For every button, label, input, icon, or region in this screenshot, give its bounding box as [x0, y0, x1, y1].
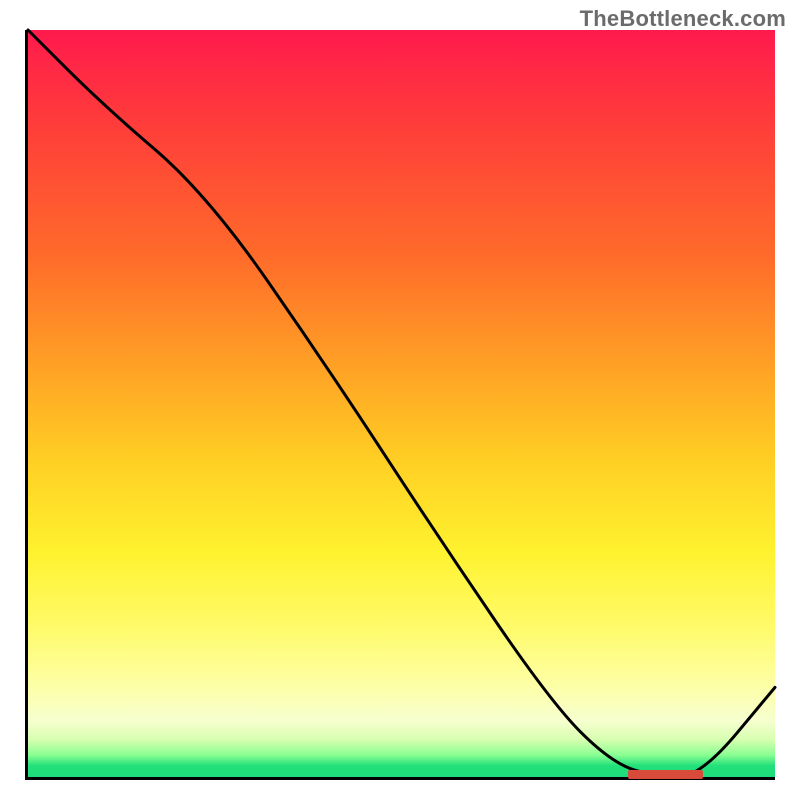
- attribution-text: TheBottleneck.com: [580, 6, 786, 32]
- optimal-range-marker: [628, 770, 703, 779]
- chart-container: TheBottleneck.com: [0, 0, 800, 800]
- curve-svg: [28, 30, 775, 777]
- bottleneck-curve: [28, 30, 775, 777]
- plot-area: [25, 30, 775, 780]
